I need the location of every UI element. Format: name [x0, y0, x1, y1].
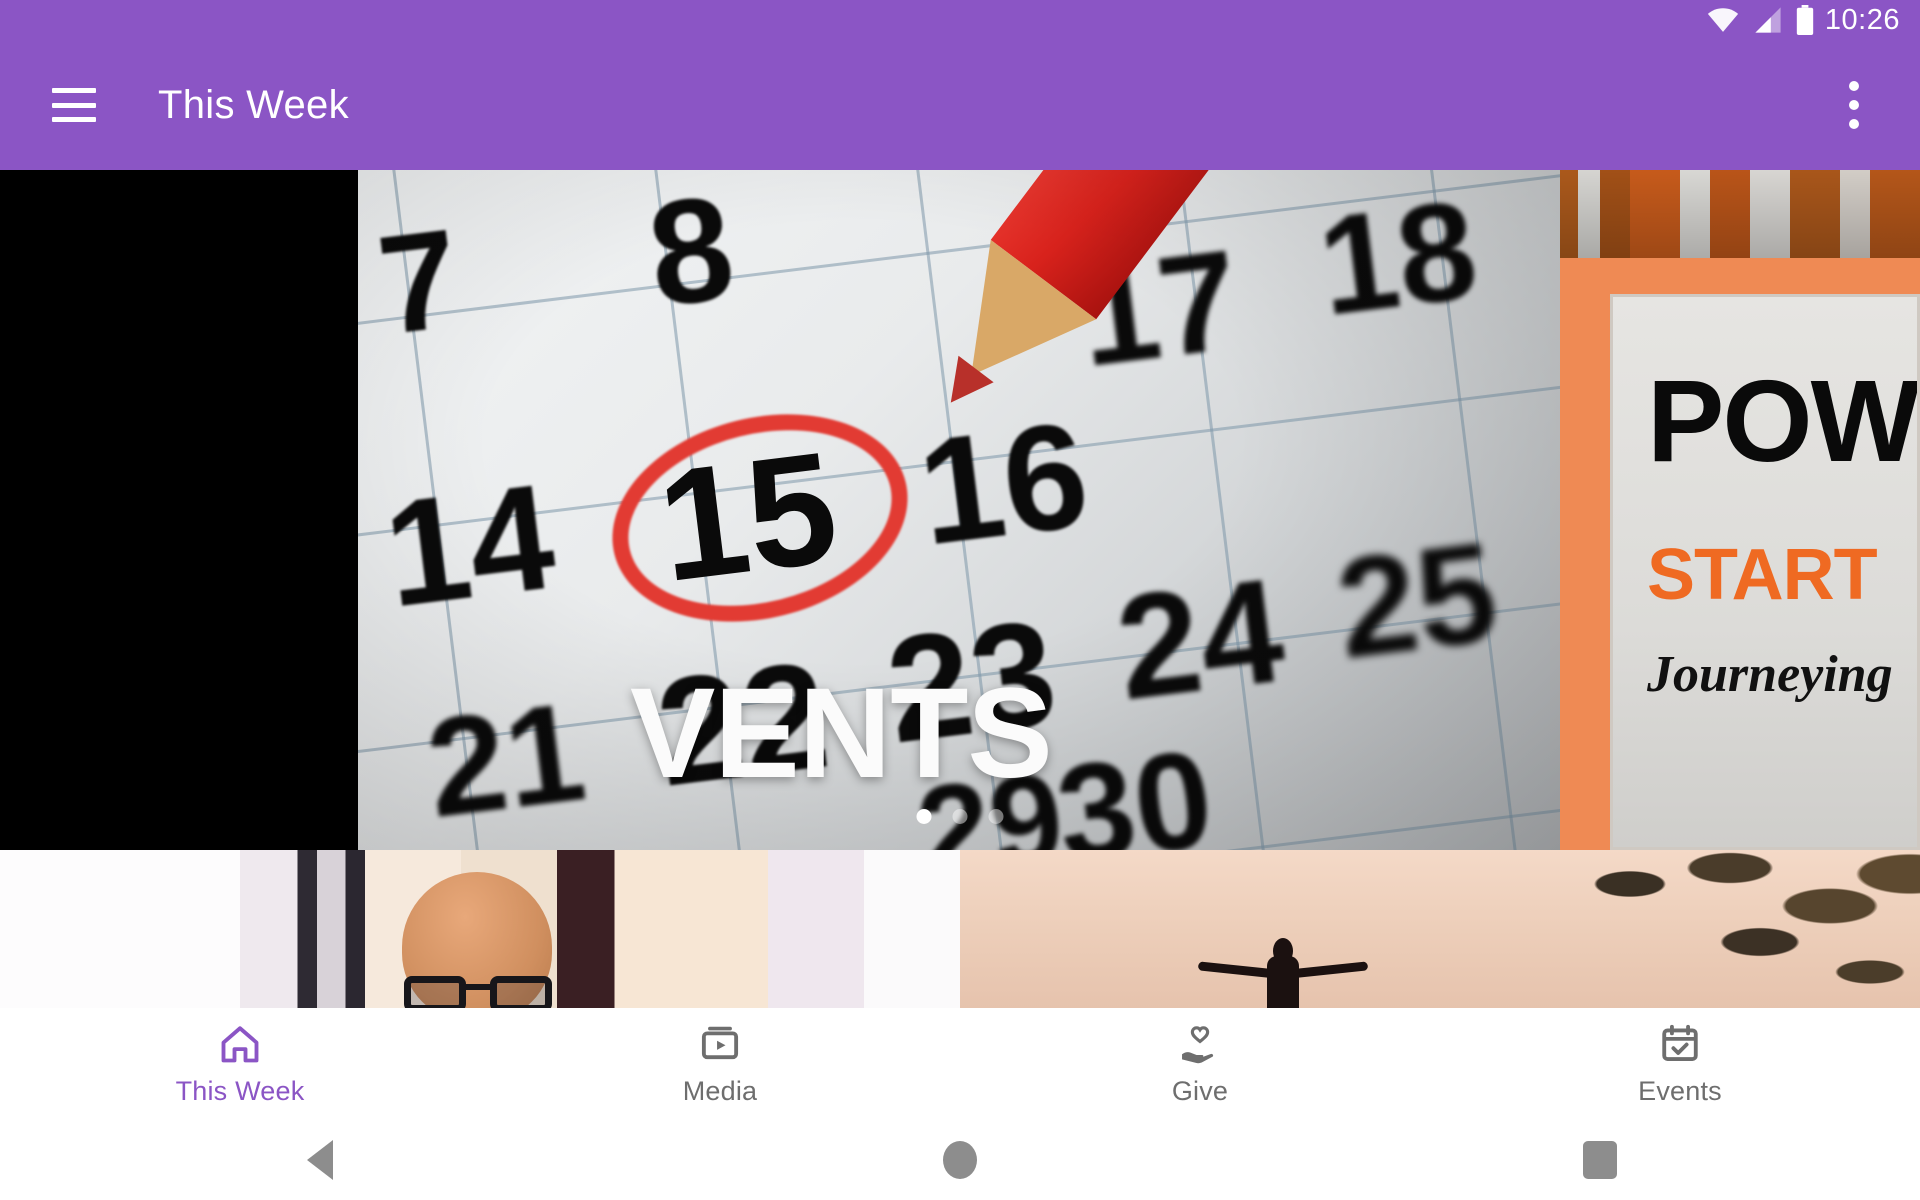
overflow-menu-icon[interactable]	[1832, 69, 1876, 141]
slide-overlay-title: VENTS	[630, 662, 1053, 805]
hamburger-menu-icon[interactable]	[52, 88, 96, 122]
bottom-nav-item-this-week[interactable]: This Week	[0, 1008, 480, 1120]
poster-heading: POW	[1647, 356, 1919, 486]
bottom-navigation-bar: This Week Media Give Events	[0, 1008, 1920, 1120]
triangle-back-icon	[307, 1140, 333, 1180]
bottom-nav-item-media[interactable]: Media	[480, 1008, 960, 1120]
carousel-page-indicator[interactable]	[916, 809, 1004, 824]
status-bar-clock: 10:26	[1824, 3, 1900, 36]
content-card-strip	[0, 850, 1920, 1008]
cellular-signal-icon	[1755, 7, 1781, 33]
video-library-icon	[701, 1026, 739, 1059]
carousel-slide-events[interactable]: 7 8 14 15 16 17 18 21 22 23 24 25 29 30 …	[358, 170, 1560, 850]
bottom-nav-label: Media	[682, 1075, 758, 1106]
poster-frame: POW START Journeying	[1560, 258, 1920, 850]
person-silhouette	[1197, 934, 1369, 1008]
bottom-nav-label: This Week	[175, 1075, 305, 1106]
page-title: This Week	[158, 82, 349, 127]
app-screen: 10:26 This Week 7	[0, 0, 1920, 1200]
carousel-slide-power[interactable]: POW START Journeying	[1560, 170, 1920, 850]
bottom-nav-label: Events	[1638, 1075, 1722, 1106]
square-recents-icon	[1583, 1141, 1617, 1179]
sermon-video-card[interactable]	[0, 850, 960, 1008]
carousel-dot-3[interactable]	[988, 809, 1004, 824]
status-bar-icons	[1705, 5, 1815, 35]
poster-script-line: Journeying	[1647, 646, 1893, 703]
glasses-icon	[400, 972, 556, 1008]
carousel-slide-edge	[0, 170, 358, 850]
bottom-nav-item-give[interactable]: Give	[960, 1008, 1440, 1120]
hand-holding-heart-icon	[1182, 1025, 1214, 1063]
home-button[interactable]	[860, 1120, 1060, 1200]
android-system-nav	[0, 1120, 1920, 1200]
back-button[interactable]	[220, 1120, 420, 1200]
bookshelf-background	[1560, 170, 1920, 258]
pine-branches	[1510, 850, 1920, 1008]
worship-video-card[interactable]	[960, 850, 1920, 1008]
poster-subheading: START	[1647, 535, 1878, 615]
circle-home-icon	[943, 1141, 977, 1179]
wifi-icon	[1707, 8, 1739, 32]
app-bar: This Week	[0, 40, 1920, 170]
home-icon	[221, 1025, 259, 1062]
bottom-nav-item-events[interactable]: Events	[1440, 1008, 1920, 1120]
status-bar: 10:26	[0, 0, 1920, 40]
featured-carousel[interactable]: 7 8 14 15 16 17 18 21 22 23 24 25 29 30 …	[0, 170, 1920, 850]
carousel-dot-1[interactable]	[916, 809, 932, 824]
bottom-nav-label: Give	[1171, 1075, 1229, 1106]
recents-button[interactable]	[1500, 1120, 1700, 1200]
calendar-check-icon	[1662, 1024, 1698, 1061]
carousel-dot-2[interactable]	[952, 809, 968, 824]
battery-icon	[1796, 5, 1814, 35]
